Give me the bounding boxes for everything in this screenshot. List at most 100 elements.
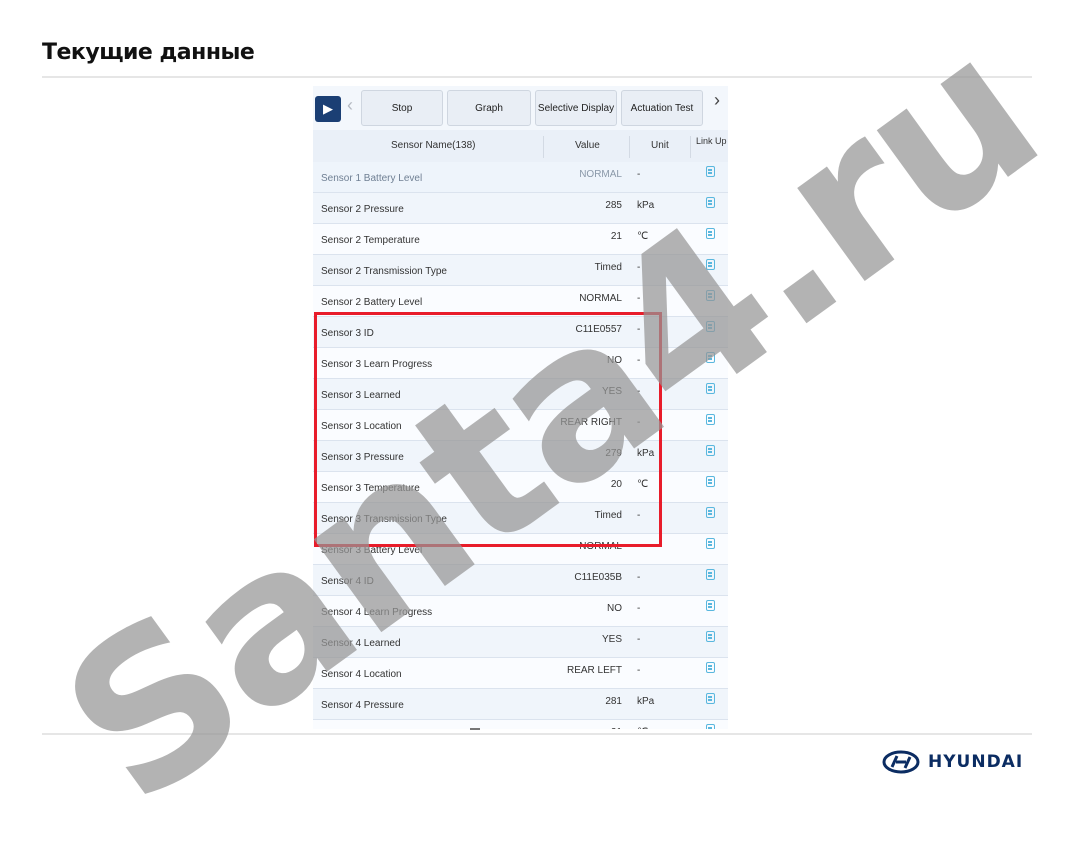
table-row[interactable]: Sensor 3 Temperature 20 ℃ xyxy=(313,472,728,503)
chevron-right-icon[interactable]: › xyxy=(714,90,720,111)
column-divider xyxy=(629,136,630,158)
sensor-name: Sensor 4 Learn Progress xyxy=(321,607,433,618)
table-row[interactable]: Sensor 4 Temperature21℃ xyxy=(313,720,728,729)
link-up-icon[interactable] xyxy=(706,538,715,549)
actuation-test-button[interactable]: Actuation Test xyxy=(621,90,703,126)
link-up-icon[interactable] xyxy=(706,414,715,425)
link-up-icon[interactable] xyxy=(706,352,715,363)
link-up-icon[interactable] xyxy=(706,197,715,208)
sensor-name: Sensor 3 Battery Level xyxy=(321,545,423,556)
scroll-indicator[interactable] xyxy=(470,728,480,730)
hyundai-logo: HYUNDAI xyxy=(882,748,1023,776)
sensor-unit: kPa xyxy=(637,200,655,211)
sensor-unit: - xyxy=(637,634,641,645)
sensor-name: Sensor 1 Battery Level xyxy=(321,173,423,184)
column-divider xyxy=(543,136,544,158)
link-up-icon[interactable] xyxy=(706,290,715,301)
table-row[interactable]: Sensor 2 Transmission Type Timed - xyxy=(313,255,728,286)
sensor-unit: - xyxy=(637,417,641,428)
link-up-icon[interactable] xyxy=(706,445,715,456)
table-row[interactable]: Sensor 3 Learn Progress NO - xyxy=(313,348,728,379)
link-up-icon[interactable] xyxy=(706,569,715,580)
table-row[interactable]: Sensor 2 Battery Level NORMAL - xyxy=(313,286,728,317)
column-header-value[interactable]: Value xyxy=(575,140,600,151)
link-up-icon[interactable] xyxy=(706,600,715,611)
table-row[interactable]: Sensor 3 ID C11E0557 - xyxy=(313,317,728,348)
footer-divider xyxy=(42,733,1032,735)
table-row[interactable]: Sensor 4 Learned YES - xyxy=(313,627,728,658)
sensor-value: NORMAL xyxy=(579,169,622,180)
sensor-unit: - xyxy=(637,355,641,366)
sensor-value: 21 xyxy=(610,231,622,242)
hyundai-emblem-icon xyxy=(882,750,920,774)
table-row[interactable]: Sensor 1 Battery Level NORMAL - xyxy=(313,162,728,193)
graph-button[interactable]: Graph xyxy=(447,90,531,126)
exit-button[interactable]: ▶ xyxy=(315,96,341,122)
sensor-name: Sensor 3 ID xyxy=(321,328,374,339)
sensor-value: YES xyxy=(601,634,622,645)
sensor-name: Sensor 3 Location xyxy=(321,421,402,432)
sensor-value: 279 xyxy=(605,448,622,459)
sensor-unit: - xyxy=(637,262,641,273)
sensor-name: Sensor 4 ID xyxy=(321,576,374,587)
link-up-icon[interactable] xyxy=(706,476,715,487)
stop-button[interactable]: Stop xyxy=(361,90,443,126)
sensor-list: Sensor 1 Battery Level NORMAL - Sensor 2 Pr… xyxy=(313,162,728,729)
column-header-unit[interactable]: Unit xyxy=(651,140,669,151)
sensor-value: 281 xyxy=(605,696,622,707)
sensor-unit: - xyxy=(637,324,641,335)
sensor-name: Sensor 3 Temperature xyxy=(321,483,420,494)
sensor-value: NORMAL xyxy=(579,541,622,552)
table-row[interactable]: Sensor 3 Battery Level NORMAL - xyxy=(313,534,728,565)
sensor-value: C11E035B xyxy=(574,572,622,583)
link-up-icon[interactable] xyxy=(706,662,715,673)
sensor-name: Sensor 3 Learn Progress xyxy=(321,359,433,370)
sensor-unit: - xyxy=(637,603,641,614)
table-header: Sensor Name(138) Value Unit Link Up xyxy=(313,130,728,162)
sensor-name: Sensor 2 Pressure xyxy=(321,204,404,215)
table-row[interactable]: Sensor 2 Temperature 21 ℃ xyxy=(313,224,728,255)
scan-tool-screen: ▶ ‹ Stop Graph Selective Display Actuati… xyxy=(313,86,728,729)
sensor-value: C11E0557 xyxy=(575,324,622,335)
link-up-icon[interactable] xyxy=(706,693,715,704)
link-up-icon[interactable] xyxy=(706,228,715,239)
link-up-icon[interactable] xyxy=(706,166,715,177)
sensor-unit: kPa xyxy=(637,696,655,707)
page-title: Текущие данные xyxy=(42,40,255,65)
sensor-name: Sensor 4 Location xyxy=(321,669,402,680)
title-divider xyxy=(42,76,1032,78)
sensor-name: Sensor 3 Pressure xyxy=(321,452,404,463)
link-up-icon[interactable] xyxy=(706,383,715,394)
sensor-name: Sensor 3 Transmission Type xyxy=(321,514,447,525)
sensor-name: Sensor 4 Learned xyxy=(321,638,401,649)
table-row[interactable]: Sensor 3 Learned YES - xyxy=(313,379,728,410)
sensor-unit: - xyxy=(637,293,641,304)
column-header-link-up: Link Up xyxy=(696,136,727,146)
table-row[interactable]: Sensor 3 Transmission Type Timed - xyxy=(313,503,728,534)
sensor-value: NORMAL xyxy=(579,293,622,304)
link-up-icon[interactable] xyxy=(706,321,715,332)
sensor-unit: ℃ xyxy=(637,727,648,729)
sensor-unit: - xyxy=(637,572,641,583)
table-row[interactable]: Sensor 4 ID C11E035B - xyxy=(313,565,728,596)
link-up-icon[interactable] xyxy=(706,259,715,270)
table-row[interactable]: Sensor 2 Pressure 285 kPa xyxy=(313,193,728,224)
table-row[interactable]: Sensor 3 Location REAR RIGHT - xyxy=(313,410,728,441)
sensor-name: Sensor 2 Temperature xyxy=(321,235,420,246)
sensor-unit: - xyxy=(637,510,641,521)
sensor-unit: - xyxy=(637,169,641,180)
link-up-icon[interactable] xyxy=(706,724,715,729)
sensor-unit: - xyxy=(637,386,641,397)
chevron-left-icon[interactable]: ‹ xyxy=(347,95,353,116)
table-row[interactable]: Sensor 4 Pressure 281 kPa xyxy=(313,689,728,720)
sensor-unit: kPa xyxy=(637,448,655,459)
column-header-sensor-name[interactable]: Sensor Name(138) xyxy=(391,140,475,151)
link-up-icon[interactable] xyxy=(706,631,715,642)
link-up-icon[interactable] xyxy=(706,507,715,518)
table-row[interactable]: Sensor 3 Pressure 279 kPa xyxy=(313,441,728,472)
selective-display-button[interactable]: Selective Display xyxy=(535,90,617,126)
sensor-value: REAR RIGHT xyxy=(560,417,622,428)
sensor-value: REAR LEFT xyxy=(566,665,622,676)
table-row[interactable]: Sensor 4 Learn Progress NO - xyxy=(313,596,728,627)
table-row[interactable]: Sensor 4 Location REAR LEFT - xyxy=(313,658,728,689)
